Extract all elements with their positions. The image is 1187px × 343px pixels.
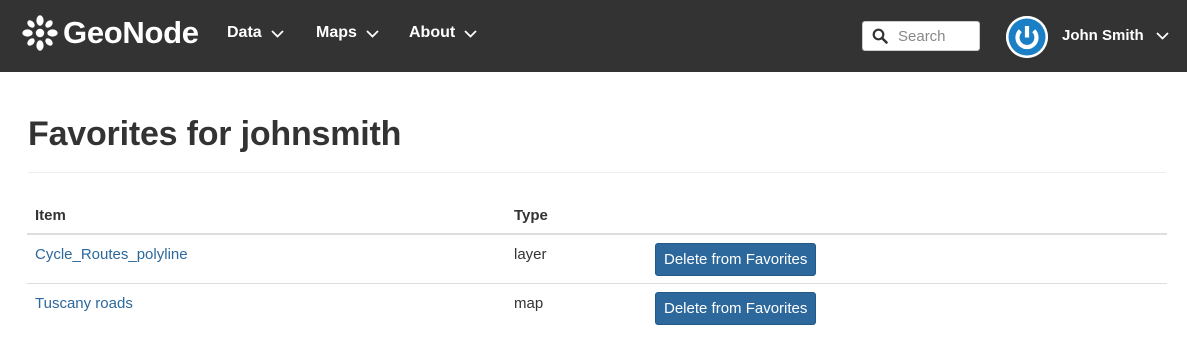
search-icon: [872, 28, 888, 44]
item-type: layer: [514, 245, 547, 263]
brand-name: GeoNode: [63, 15, 199, 50]
favorites-table: Item Type Cycle_Routes_polyline layer De…: [27, 197, 1167, 332]
nav-menu-about-label: About: [409, 24, 456, 41]
nav-menu-data[interactable]: Data: [227, 24, 284, 42]
table-header-row: Item Type: [27, 197, 1167, 235]
power-avatar-icon: [1006, 16, 1048, 58]
column-header-action: [624, 197, 1167, 235]
user-menu[interactable]: John Smith: [1062, 27, 1169, 44]
user-name-label: John Smith: [1062, 27, 1144, 44]
geonode-logo-link[interactable]: GeoNode: [20, 13, 199, 53]
chevron-down-icon: [366, 29, 379, 38]
page-title: Favorites for johnsmith: [28, 115, 402, 153]
delete-from-favorites-button[interactable]: Delete from Favorites: [655, 242, 817, 276]
nav-menu-maps-label: Maps: [316, 24, 357, 41]
nav-menu-about[interactable]: About: [409, 24, 477, 42]
nav-menu-data-label: Data: [227, 24, 262, 41]
table-row: Cycle_Routes_polyline layer Delete from …: [27, 234, 1167, 284]
item-cell: Tuscany roads: [27, 284, 506, 333]
chevron-down-icon: [1156, 31, 1169, 40]
geonode-logo-icon: [22, 15, 58, 51]
item-link[interactable]: Tuscany roads: [35, 295, 133, 312]
chevron-down-icon: [271, 29, 284, 38]
user-avatar[interactable]: [1006, 16, 1048, 58]
chevron-down-icon: [464, 29, 477, 38]
item-link[interactable]: Cycle_Routes_polyline: [35, 246, 188, 263]
column-header-item: Item: [27, 197, 506, 235]
delete-from-favorites-button[interactable]: Delete from Favorites: [655, 291, 817, 325]
action-cell: Delete from Favorites: [624, 284, 1167, 333]
type-cell: layer: [506, 234, 624, 284]
column-header-type: Type: [506, 197, 624, 235]
table-row: Tuscany roads map Delete from Favorites: [27, 284, 1167, 333]
nav-menu-maps[interactable]: Maps: [316, 24, 379, 42]
action-cell: Delete from Favorites: [624, 234, 1167, 284]
search-input[interactable]: [898, 27, 972, 45]
item-cell: Cycle_Routes_polyline: [27, 234, 506, 284]
item-type: map: [514, 294, 544, 312]
title-divider: [28, 172, 1166, 173]
search-box[interactable]: [862, 21, 980, 51]
top-navbar: GeoNode Data Maps About John Smith: [0, 0, 1187, 72]
type-cell: map: [506, 284, 624, 333]
